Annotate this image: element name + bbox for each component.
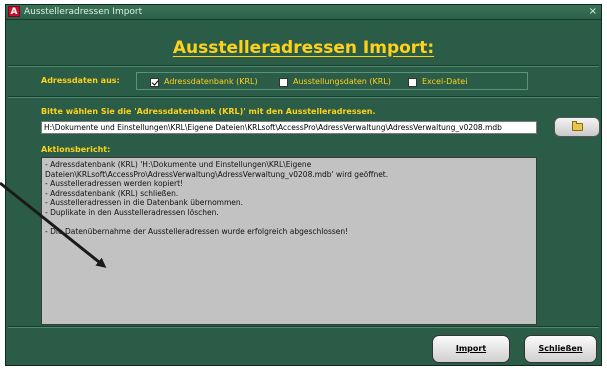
arrow-line [0, 181, 107, 268]
annotation-arrow [0, 181, 107, 268]
